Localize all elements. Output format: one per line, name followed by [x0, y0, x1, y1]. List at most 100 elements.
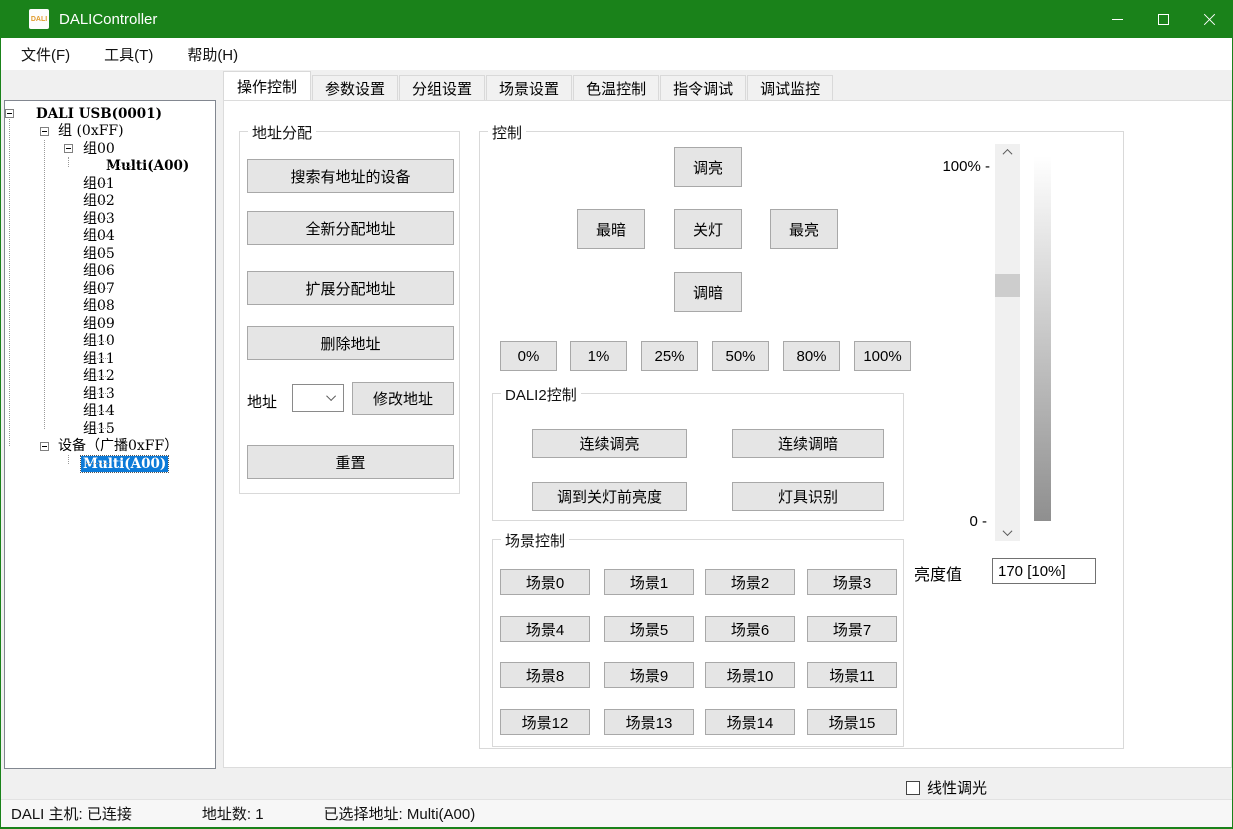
menu-item-1[interactable]: 工具(T) — [90, 38, 167, 71]
close-icon — [1203, 13, 1216, 26]
tree-item-label: 组05 — [81, 246, 117, 262]
tab-参数设置[interactable]: 参数设置 — [312, 75, 398, 100]
dim-down-button[interactable]: 调暗 — [674, 272, 742, 312]
modify-address-button[interactable]: 修改地址 — [352, 382, 454, 415]
scene-button-11[interactable]: 场景11 — [807, 662, 897, 688]
collapse-icon[interactable] — [40, 442, 49, 451]
tree-item[interactable]: 组00 — [5, 140, 215, 158]
tree-item[interactable]: 组13 — [5, 385, 215, 403]
linear-dimming-checkbox[interactable] — [906, 781, 920, 795]
maximize-button[interactable] — [1140, 0, 1186, 38]
percent-button-100%[interactable]: 100% — [854, 341, 911, 371]
percent-button-25%[interactable]: 25% — [641, 341, 698, 371]
collapse-icon[interactable] — [5, 109, 14, 118]
tree-item[interactable]: DALI USB(0001) — [5, 105, 215, 123]
tree-item[interactable]: 组15 — [5, 420, 215, 438]
scene-button-9[interactable]: 场景9 — [604, 662, 694, 688]
tree-item[interactable]: 组08 — [5, 298, 215, 316]
scene-button-3[interactable]: 场景3 — [807, 569, 897, 595]
scale-top-label: 100% - — [930, 158, 990, 175]
collapse-icon[interactable] — [64, 144, 73, 153]
scene-button-8[interactable]: 场景8 — [500, 662, 590, 688]
max-brightness-button[interactable]: 最亮 — [770, 209, 838, 249]
status-address-count: 地址数: 1 — [202, 803, 264, 824]
tab-场景设置[interactable]: 场景设置 — [486, 75, 572, 100]
tree-item[interactable]: 组02 — [5, 193, 215, 211]
tree-item[interactable]: 组09 — [5, 315, 215, 333]
brightness-value-field[interactable]: 170 [10%] — [992, 558, 1096, 584]
scene-button-14[interactable]: 场景14 — [705, 709, 795, 735]
tree-item[interactable]: 设备（广播0xFF） — [5, 438, 215, 456]
scene-button-10[interactable]: 场景10 — [705, 662, 795, 688]
address-combobox[interactable] — [292, 384, 344, 412]
tree-item[interactable]: 组12 — [5, 368, 215, 386]
tree-item[interactable]: 组06 — [5, 263, 215, 281]
status-selected-address: 已选择地址: Multi(A00) — [324, 803, 476, 824]
scene-button-6[interactable]: 场景6 — [705, 616, 795, 642]
dali2-button-2[interactable]: 调到关灯前亮度 — [532, 482, 687, 511]
scene-button-2[interactable]: 场景2 — [705, 569, 795, 595]
tree-item[interactable]: 组04 — [5, 228, 215, 246]
address-button-1[interactable]: 全新分配地址 — [247, 211, 454, 245]
tree-item[interactable]: Multi(A00) — [5, 158, 215, 176]
tree-item[interactable]: 组01 — [5, 175, 215, 193]
scene-button-4[interactable]: 场景4 — [500, 616, 590, 642]
dali2-button-1[interactable]: 连续调暗 — [732, 429, 884, 458]
scene-button-5[interactable]: 场景5 — [604, 616, 694, 642]
chevron-down-icon — [326, 391, 336, 401]
tree-item[interactable]: 组07 — [5, 280, 215, 298]
tab-分组设置[interactable]: 分组设置 — [399, 75, 485, 100]
min-brightness-button[interactable]: 最暗 — [577, 209, 645, 249]
window-controls — [1094, 0, 1232, 38]
tree-item[interactable]: 组03 — [5, 210, 215, 228]
dali2-control-title: DALI2控制 — [501, 384, 581, 405]
tree-item[interactable]: 组14 — [5, 403, 215, 421]
lamp-off-button[interactable]: 关灯 — [674, 209, 742, 249]
dim-up-button[interactable]: 调亮 — [674, 147, 742, 187]
percent-button-0%[interactable]: 0% — [500, 341, 557, 371]
tree-item[interactable]: 组05 — [5, 245, 215, 263]
scene-button-0[interactable]: 场景0 — [500, 569, 590, 595]
tree-item[interactable]: 组11 — [5, 350, 215, 368]
brightness-scrollbar[interactable] — [995, 144, 1020, 541]
scroll-up-icon[interactable] — [995, 144, 1020, 161]
collapse-icon[interactable] — [40, 127, 49, 136]
tree-item[interactable]: 组10 — [5, 333, 215, 351]
dali2-button-3[interactable]: 灯具识别 — [732, 482, 884, 511]
percent-button-50%[interactable]: 50% — [712, 341, 769, 371]
tree-item-label: 组02 — [81, 193, 117, 209]
address-button-3[interactable]: 删除地址 — [247, 326, 454, 360]
scrollbar-thumb[interactable] — [995, 274, 1020, 297]
tree-item-label: Multi(A00) — [81, 456, 168, 472]
dali2-button-0[interactable]: 连续调亮 — [532, 429, 687, 458]
window-title: DALIController — [59, 11, 157, 28]
scene-button-1[interactable]: 场景1 — [604, 569, 694, 595]
address-button-2[interactable]: 扩展分配地址 — [247, 271, 454, 305]
scene-button-13[interactable]: 场景13 — [604, 709, 694, 735]
tree-item-label: 组03 — [81, 211, 117, 227]
percent-button-80%[interactable]: 80% — [783, 341, 840, 371]
tab-色温控制[interactable]: 色温控制 — [573, 75, 659, 100]
tab-调试监控[interactable]: 调试监控 — [747, 75, 833, 100]
tree-item-label: 组00 — [81, 141, 117, 157]
tab-指令调试[interactable]: 指令调试 — [660, 75, 746, 100]
tree-item[interactable]: 组 (0xFF) — [5, 123, 215, 141]
tab-操作控制[interactable]: 操作控制 — [223, 71, 311, 100]
scene-control-title: 场景控制 — [501, 530, 569, 551]
app-icon: DALI — [29, 9, 49, 29]
scale-bottom-label: 0 - — [937, 513, 987, 530]
percent-button-1%[interactable]: 1% — [570, 341, 627, 371]
minimize-button[interactable] — [1094, 0, 1140, 38]
menu-item-0[interactable]: 文件(F) — [7, 38, 84, 71]
close-button[interactable] — [1186, 0, 1232, 38]
scroll-down-icon[interactable] — [995, 524, 1020, 541]
tree-item-label: 组15 — [81, 421, 117, 437]
scene-button-7[interactable]: 场景7 — [807, 616, 897, 642]
address-button-0[interactable]: 搜索有地址的设备 — [247, 159, 454, 193]
menu-item-2[interactable]: 帮助(H) — [173, 38, 252, 71]
linear-dimming-row: 线性调光 — [906, 777, 987, 798]
scene-button-15[interactable]: 场景15 — [807, 709, 897, 735]
reset-button[interactable]: 重置 — [247, 445, 454, 479]
scene-button-12[interactable]: 场景12 — [500, 709, 590, 735]
tree-item[interactable]: Multi(A00) — [5, 455, 215, 473]
